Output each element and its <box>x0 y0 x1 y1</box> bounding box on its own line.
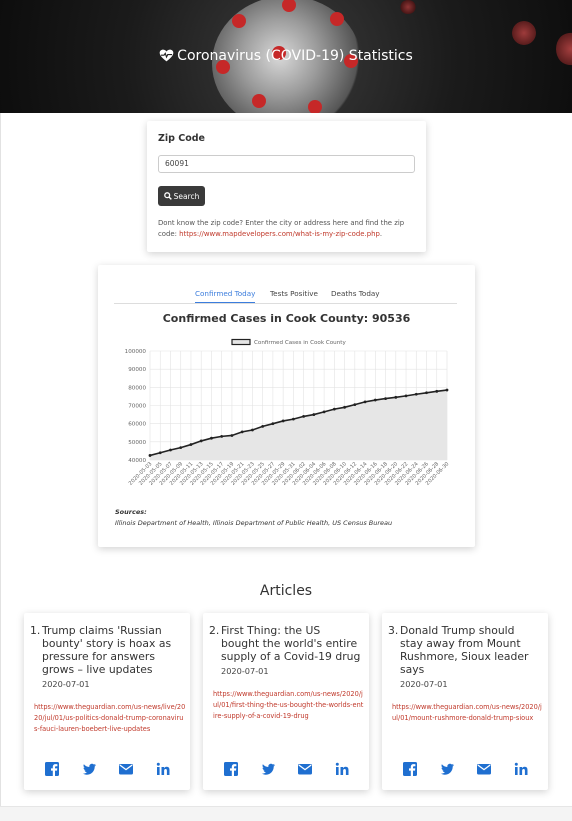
hero-banner: Coronavirus (COVID-19) Statistics <box>0 0 572 113</box>
article-number: 3. <box>388 624 399 637</box>
data-point <box>281 419 285 423</box>
virus-spike <box>282 0 296 12</box>
y-tick-label: 100000 <box>125 349 147 355</box>
sources-label: Sources: <box>115 508 147 516</box>
article-date: 2020-07-01 <box>400 679 448 689</box>
y-tick-label: 50000 <box>128 440 146 446</box>
y-tick-label: 80000 <box>128 385 146 391</box>
data-point <box>435 389 439 393</box>
linkedin-icon[interactable] <box>155 761 171 777</box>
data-point <box>394 395 398 399</box>
page-title-text: Coronavirus (COVID-19) Statistics <box>177 48 413 64</box>
email-icon[interactable] <box>118 761 134 777</box>
article-link[interactable]: https://www.theguardian.com/us-news/2020… <box>392 702 544 724</box>
data-point <box>148 454 152 457</box>
zip-help-link[interactable]: https://www.mapdevelopers.com/what-is-my… <box>179 230 380 238</box>
virus-small-image <box>512 21 536 45</box>
data-point <box>240 430 244 434</box>
series-area <box>150 390 447 460</box>
data-point <box>384 397 387 400</box>
linkedin-icon[interactable] <box>334 761 350 777</box>
data-point <box>343 405 346 409</box>
facebook-icon[interactable] <box>402 761 418 777</box>
data-point <box>373 398 377 402</box>
zip-label: Zip Code <box>158 133 205 144</box>
data-point <box>312 413 316 416</box>
data-point <box>199 439 203 443</box>
article-card: 3. Donald Trump should stay away from Mo… <box>382 613 548 790</box>
heart-pulse-icon <box>159 49 174 62</box>
y-tick-label: 70000 <box>128 404 146 410</box>
article-link[interactable]: https://www.theguardian.com/us-news/2020… <box>213 689 365 722</box>
search-button[interactable]: Search <box>158 186 205 206</box>
sources-text: Illinois Department of Health, Illinois … <box>115 519 393 527</box>
zip-help-end: . <box>379 230 383 238</box>
twitter-icon[interactable] <box>81 761 97 777</box>
search-button-label: Search <box>173 191 200 201</box>
data-point <box>271 422 275 426</box>
data-point <box>404 394 408 398</box>
article-date: 2020-07-01 <box>42 679 90 689</box>
left-border <box>0 113 1 820</box>
article-card: 2. First Thing: the US bought the world'… <box>203 613 369 790</box>
legend-label: Confirmed Cases in Cook County <box>254 340 346 346</box>
article-number: 1. <box>30 624 41 637</box>
data-point <box>353 403 357 406</box>
data-point <box>445 388 449 392</box>
article-title[interactable]: First Thing: the US bought the world's e… <box>221 624 361 663</box>
data-point <box>414 392 418 396</box>
twitter-icon[interactable] <box>439 761 455 777</box>
legend-swatch <box>231 338 251 346</box>
data-point <box>189 443 193 446</box>
article-date: 2020-07-01 <box>221 666 269 676</box>
data-point <box>332 407 336 411</box>
articles-heading: Articles <box>259 583 313 599</box>
article-title[interactable]: Trump claims 'Russian bounty' story is h… <box>42 624 182 676</box>
article-number: 2. <box>209 624 220 637</box>
chart-card: Confirmed Today Tests Positive Deaths To… <box>98 265 475 547</box>
facebook-icon[interactable] <box>44 761 60 777</box>
zip-input[interactable] <box>158 155 415 173</box>
data-point <box>251 428 254 432</box>
data-point <box>322 410 326 414</box>
data-point <box>220 434 224 438</box>
data-point <box>363 400 367 404</box>
virus-spike <box>330 12 344 26</box>
cases-chart: Confirmed Cases in Cook County 40000 50000… <box>125 338 450 487</box>
twitter-icon[interactable] <box>260 761 276 777</box>
email-icon[interactable] <box>297 761 313 777</box>
zip-card: Zip Code Search Dont know the zip code? … <box>147 121 426 252</box>
data-point <box>179 446 183 450</box>
y-tick-label: 60000 <box>128 422 146 428</box>
zip-help-text: Dont know the zip code? Enter the city o… <box>158 218 420 240</box>
data-point <box>230 434 234 437</box>
virus-spike <box>232 14 246 28</box>
page-title: Coronavirus (COVID-19) Statistics <box>0 48 572 64</box>
virus-spike <box>308 100 322 113</box>
virus-small-image <box>400 0 416 14</box>
y-tick-label: 40000 <box>128 458 146 464</box>
linkedin-icon[interactable] <box>513 761 529 777</box>
data-point <box>291 417 295 421</box>
article-card: 1. Trump claims 'Russian bounty' story i… <box>24 613 190 790</box>
facebook-icon[interactable] <box>223 761 239 777</box>
article-link[interactable]: https://www.theguardian.com/us-news/live… <box>34 702 186 735</box>
footer-strip <box>0 806 572 821</box>
data-point <box>158 451 162 455</box>
data-point <box>302 415 306 418</box>
data-point <box>210 436 213 440</box>
email-icon[interactable] <box>476 761 492 777</box>
article-title[interactable]: Donald Trump should stay away from Mount… <box>400 624 540 676</box>
data-point <box>261 424 265 428</box>
y-tick-label: 90000 <box>128 367 146 373</box>
data-point <box>425 391 428 395</box>
virus-spike <box>252 94 266 108</box>
data-point <box>169 448 172 452</box>
search-icon <box>163 192 172 200</box>
